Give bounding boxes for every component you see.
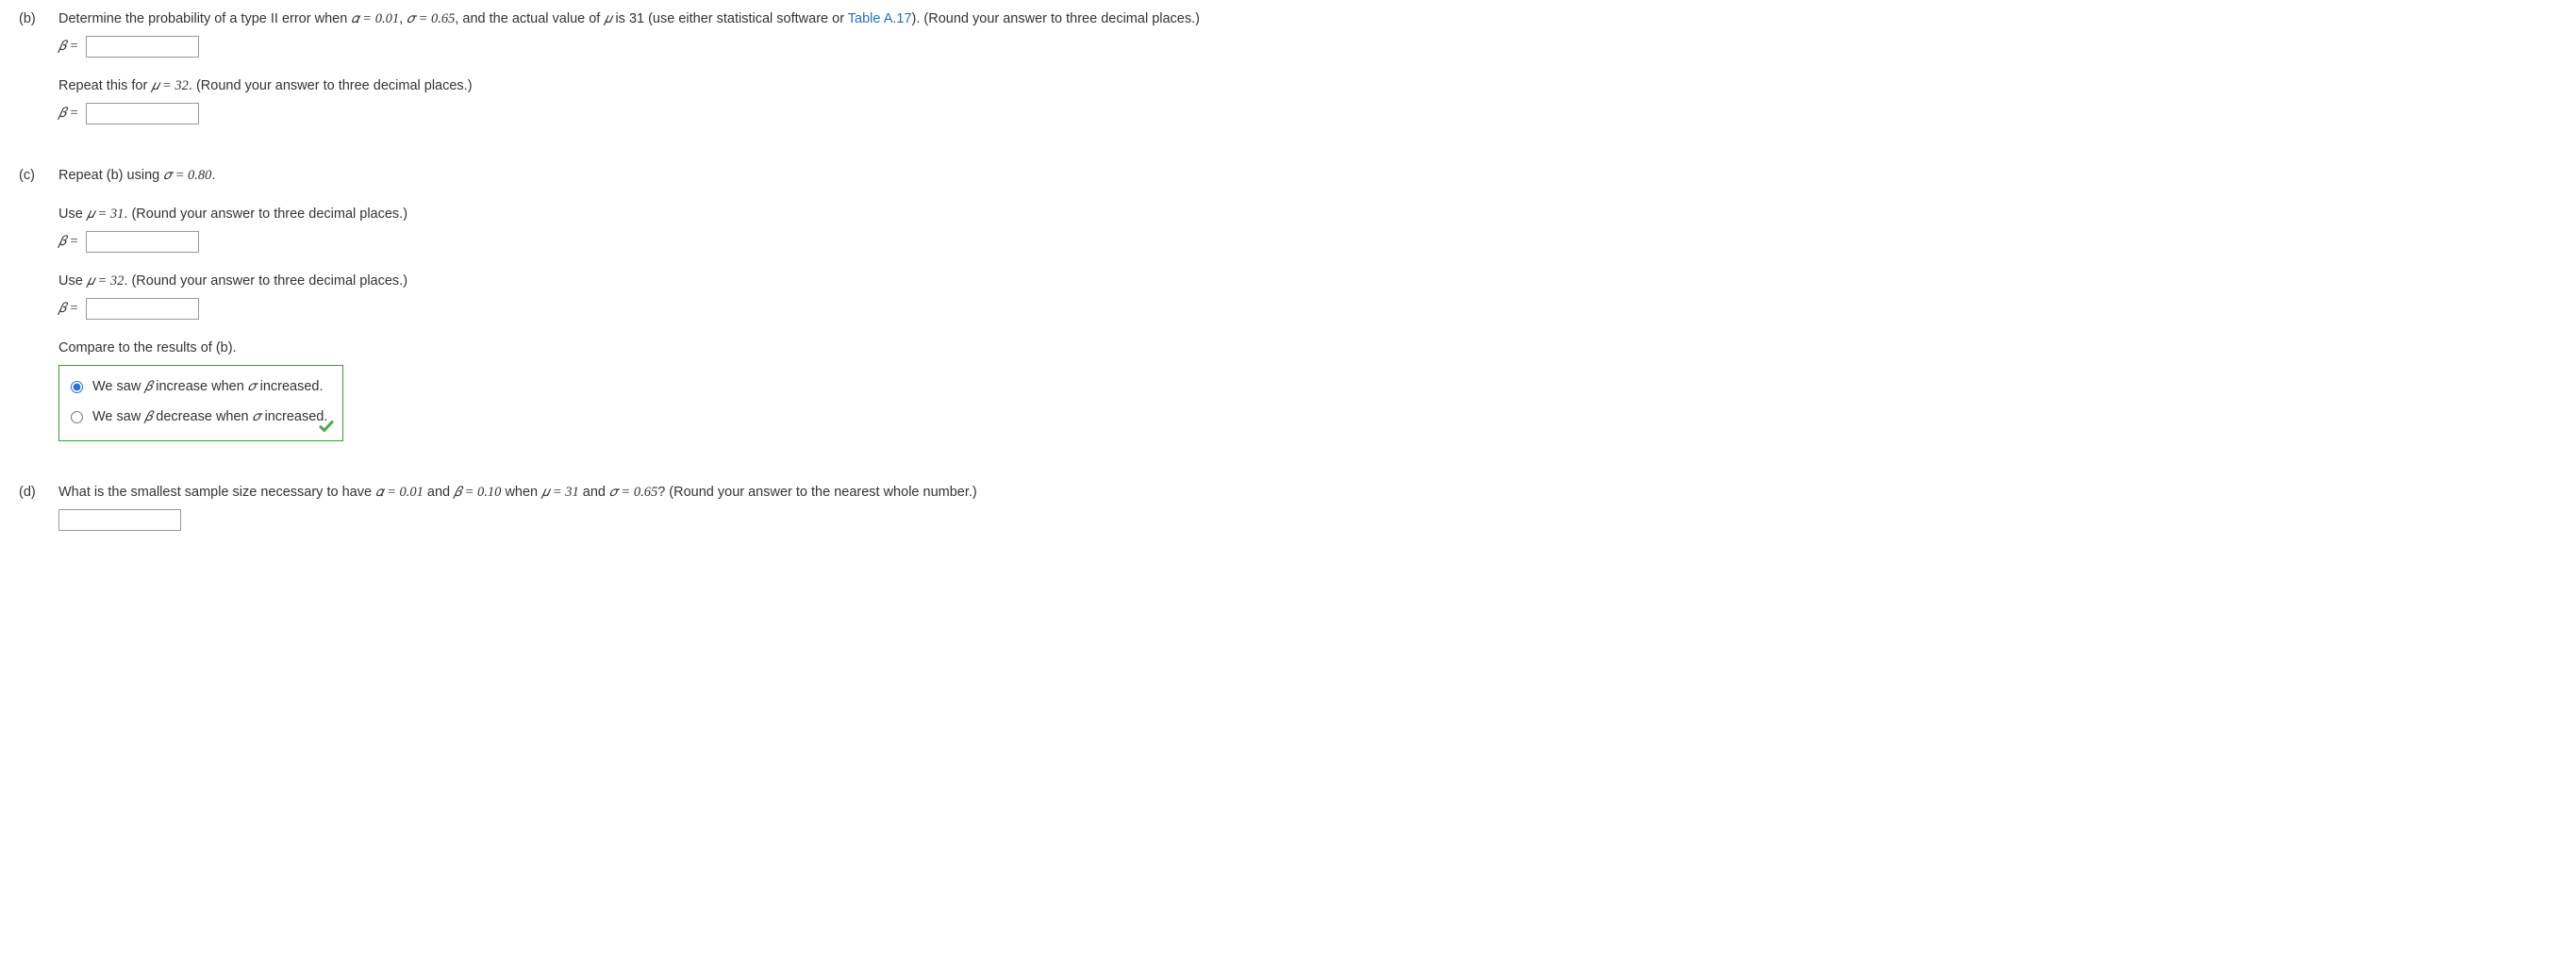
d-mu: 𝜇 = 31 bbox=[541, 485, 579, 500]
d-alpha: 𝛼 = 0.01 bbox=[375, 485, 424, 500]
part-c: (c) Repeat (b) using 𝜎 = 0.80. Use 𝜇 = 3… bbox=[19, 166, 2557, 461]
d-tail: ? (Round your answer to the nearest whol… bbox=[657, 485, 977, 500]
c-compare-block: Compare to the results of (b). We saw 𝛽 … bbox=[58, 339, 2557, 441]
part-b-block2: Repeat this for 𝜇 = 32. (Round your answ… bbox=[58, 76, 2557, 124]
beta-input-c-32[interactable] bbox=[86, 298, 199, 320]
c-use31-mu: 𝜇 = 31 bbox=[87, 206, 125, 222]
d-prompt: What is the smallest sample size necessa… bbox=[58, 483, 2557, 504]
part-b: (b) Determine the probability of a type … bbox=[19, 9, 2557, 143]
c-compare-text: Compare to the results of (b). bbox=[58, 339, 2557, 359]
b-answer-1: 𝛽 = bbox=[58, 36, 2557, 58]
d-answer bbox=[58, 509, 2557, 531]
b-repeat-pre: Repeat this for bbox=[58, 78, 151, 93]
opt1-mid: increase when bbox=[152, 379, 248, 394]
b-sep1: , bbox=[399, 11, 407, 26]
c-use31-post: . (Round your answer to three decimal pl… bbox=[124, 206, 407, 222]
c-sigma: 𝜎 = 0.80 bbox=[163, 168, 211, 183]
part-b-label: (b) bbox=[19, 9, 58, 30]
radio-decrease[interactable] bbox=[71, 411, 83, 423]
beta-input-b-32[interactable] bbox=[86, 103, 199, 124]
radio-row-decrease: We saw 𝛽 decrease when 𝜎 increased. bbox=[71, 407, 327, 428]
compare-radio-group: We saw 𝛽 increase when 𝜎 increased. We s… bbox=[58, 365, 343, 442]
b-text-1: Determine the probability of a type II e… bbox=[58, 11, 351, 26]
beta-eq-3: 𝛽 = bbox=[58, 234, 78, 249]
beta-eq-1: 𝛽 = bbox=[58, 39, 78, 54]
c-block-31: Use 𝜇 = 31. (Round your answer to three … bbox=[58, 205, 2557, 253]
beta-eq-2: 𝛽 = bbox=[58, 106, 78, 121]
b-tail: ). (Round your answer to three decimal p… bbox=[912, 11, 1200, 26]
opt1-post: increased. bbox=[257, 379, 324, 394]
c-use32-pre: Use bbox=[58, 273, 87, 289]
part-d-body: What is the smallest sample size necessa… bbox=[58, 483, 2557, 531]
b-sigma: 𝜎 = 0.65 bbox=[407, 11, 455, 26]
table-link[interactable]: Table A.17 bbox=[848, 11, 912, 26]
d-sep2: when bbox=[501, 485, 541, 500]
b-sep3: is 31 (use either statistical software o… bbox=[611, 11, 847, 26]
c-prompt-pre: Repeat (b) using bbox=[58, 168, 163, 183]
c-use32-mu: 𝜇 = 32 bbox=[87, 273, 125, 289]
part-b-block1: Determine the probability of a type II e… bbox=[58, 9, 2557, 58]
radio-row-increase: We saw 𝛽 increase when 𝜎 increased. bbox=[71, 377, 327, 398]
part-c-body: Repeat (b) using 𝜎 = 0.80. Use 𝜇 = 31. (… bbox=[58, 166, 2557, 461]
beta-input-b-31[interactable] bbox=[86, 36, 199, 58]
opt2-mid: decrease when bbox=[152, 409, 252, 424]
opt1-sigma: 𝜎 bbox=[248, 379, 257, 394]
opt2-pre: We saw bbox=[92, 409, 144, 424]
beta-input-c-31[interactable] bbox=[86, 231, 199, 253]
radio-increase-label[interactable]: We saw 𝛽 increase when 𝜎 increased. bbox=[92, 377, 324, 398]
c-use31-pre: Use bbox=[58, 206, 87, 222]
n-input-d[interactable] bbox=[58, 509, 181, 531]
opt1-pre: We saw bbox=[92, 379, 144, 394]
part-d-label: (d) bbox=[19, 483, 58, 504]
b-sep2: , and the actual value of bbox=[455, 11, 604, 26]
d-beta: 𝛽 = 0.10 bbox=[454, 485, 501, 500]
radio-decrease-label[interactable]: We saw 𝛽 decrease when 𝜎 increased. bbox=[92, 407, 327, 428]
part-c-label: (c) bbox=[19, 166, 58, 187]
c-answer-32: 𝛽 = bbox=[58, 298, 2557, 320]
c-use32-post: . (Round your answer to three decimal pl… bbox=[124, 273, 407, 289]
b-alpha: 𝛼 = 0.01 bbox=[351, 11, 399, 26]
b-answer-2: 𝛽 = bbox=[58, 103, 2557, 124]
d-sigma: 𝜎 = 0.65 bbox=[609, 485, 657, 500]
b-repeat-mu: 𝜇 = 32 bbox=[151, 78, 189, 93]
d-sep1: and bbox=[424, 485, 454, 500]
c-prompt-post: . bbox=[211, 168, 215, 183]
d-sep3: and bbox=[579, 485, 609, 500]
b-repeat-post: . (Round your answer to three decimal pl… bbox=[189, 78, 473, 93]
c-answer-31: 𝛽 = bbox=[58, 231, 2557, 253]
radio-increase[interactable] bbox=[71, 381, 83, 393]
d-pre: What is the smallest sample size necessa… bbox=[58, 485, 375, 500]
part-d: (d) What is the smallest sample size nec… bbox=[19, 483, 2557, 531]
c-block-32: Use 𝜇 = 32. (Round your answer to three … bbox=[58, 272, 2557, 320]
part-b-body: Determine the probability of a type II e… bbox=[58, 9, 2557, 143]
checkmark-icon bbox=[318, 418, 335, 435]
beta-eq-4: 𝛽 = bbox=[58, 301, 78, 316]
c-prompt: Repeat (b) using 𝜎 = 0.80. bbox=[58, 166, 2557, 187]
